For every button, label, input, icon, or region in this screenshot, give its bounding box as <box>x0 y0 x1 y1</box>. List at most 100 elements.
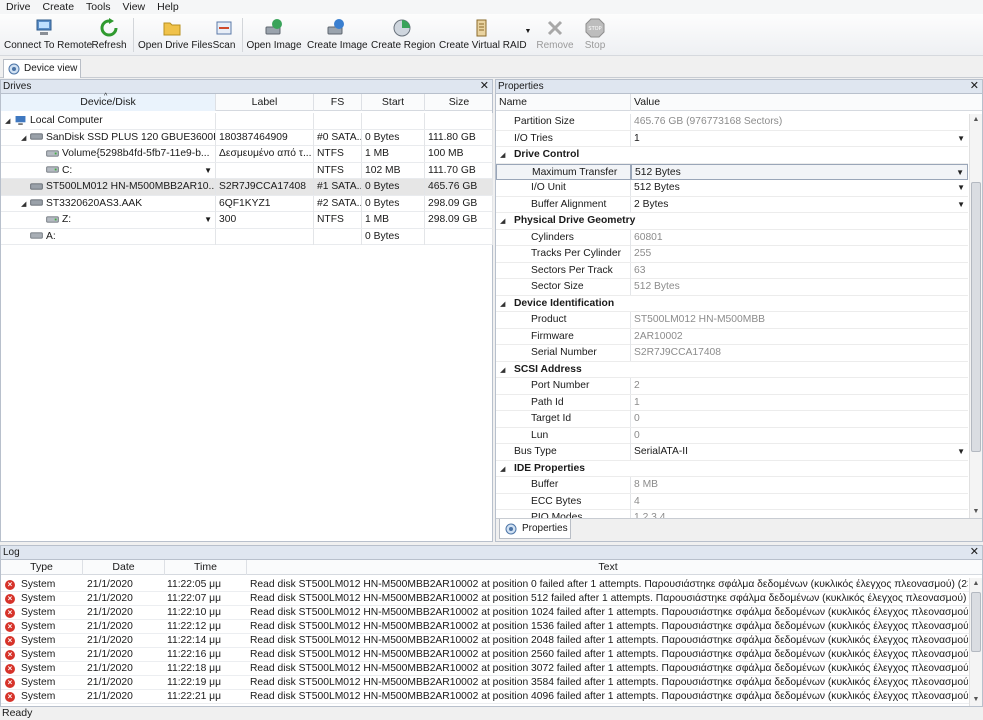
expand-toggle-icon[interactable]: ◢ <box>21 197 30 212</box>
scroll-down-icon[interactable]: ▼ <box>970 694 982 706</box>
chevron-down-icon[interactable]: ▼ <box>204 212 212 228</box>
tab-device-view[interactable]: Device view <box>3 59 81 78</box>
menu-view[interactable]: View <box>117 0 152 14</box>
properties-scrollbar[interactable]: ▲ ▼ <box>969 114 982 518</box>
menu-drive[interactable]: Drive <box>0 0 37 14</box>
property-value[interactable]: 2 Bytes ▼ <box>631 197 968 213</box>
create-virtual-raid-button[interactable]: Create Virtual RAID <box>439 18 527 56</box>
column-header-label[interactable]: Label <box>216 94 314 111</box>
property-value[interactable]: SerialATA-II ▼ <box>631 444 968 460</box>
column-header-type[interactable]: Type <box>1 560 83 575</box>
property-row[interactable]: Maximum Transfer 512 Bytes ▼ <box>496 163 968 180</box>
remove-button[interactable]: Remove <box>536 18 574 56</box>
drive-row[interactable]: Volume{5298b4fd-5fb7-11e9-b... Δεσμευμένο… <box>1 146 493 163</box>
drive-row[interactable]: ◢ ST3320620AS3.AAK 6QF1KYZ1 #2 SATA... 0 Byt… <box>1 195 493 212</box>
menu-create[interactable]: Create <box>37 0 81 14</box>
scan-button[interactable]: Scan <box>211 18 237 56</box>
property-row[interactable]: Partition Size 465.76 GB (976773168 Secto… <box>496 114 968 131</box>
property-row[interactable]: Serial Number S2R7J9CCA17408 <box>496 345 968 362</box>
scroll-thumb[interactable] <box>971 592 981 652</box>
collapse-toggle-icon[interactable]: ◢ <box>500 148 514 163</box>
log-row[interactable]: × System 21/1/2020 11:22:05 μμ Read disk ST5… <box>1 578 969 592</box>
column-header-device[interactable]: Device/Disk ^ <box>1 93 216 111</box>
drive-row[interactable]: A: 0 Bytes <box>1 228 493 245</box>
property-row[interactable]: Sectors Per Track 63 <box>496 262 968 279</box>
column-header-start[interactable]: Start <box>362 94 425 111</box>
property-row[interactable]: Product ST500LM012 HN-M500MBB <box>496 312 968 329</box>
property-row[interactable]: PIO Modes 1,2,3,4 <box>496 510 968 518</box>
log-row[interactable]: × System 21/1/2020 11:22:16 μμ Read disk ST5… <box>1 648 969 662</box>
close-icon[interactable]: ✕ <box>970 546 979 559</box>
property-row[interactable]: Buffer Alignment 2 Bytes ▼ <box>496 196 968 213</box>
column-header-text[interactable]: Text <box>247 560 969 575</box>
drive-row[interactable]: ◢ Local Computer <box>1 113 493 130</box>
column-header-fs[interactable]: FS <box>314 94 362 111</box>
collapse-toggle-icon[interactable]: ◢ <box>500 214 514 229</box>
property-row[interactable]: I/O Tries 1 ▼ <box>496 130 968 147</box>
scroll-up-icon[interactable]: ▲ <box>970 578 982 590</box>
chevron-down-icon[interactable]: ▼ <box>957 197 965 213</box>
column-header-name[interactable]: Name <box>496 94 631 111</box>
close-icon[interactable]: ✕ <box>970 80 979 93</box>
property-row[interactable]: Target Id 0 <box>496 411 968 428</box>
column-header-size[interactable]: Size <box>425 94 493 111</box>
chevron-down-icon[interactable]: ▼ <box>956 165 964 179</box>
scroll-thumb[interactable] <box>971 182 981 452</box>
drive-row[interactable]: Z: ▼ 300 NTFS 1 MB 298.09 GB <box>1 212 493 229</box>
property-row[interactable]: ECC Bytes 4 <box>496 493 968 510</box>
connect-to-remote-button[interactable]: Connect To Remote <box>4 18 92 56</box>
chevron-down-icon[interactable]: ▼ <box>957 444 965 460</box>
property-category[interactable]: ◢ IDE Properties <box>496 460 968 477</box>
menu-tools[interactable]: Tools <box>80 0 117 14</box>
property-row[interactable]: Lun 0 <box>496 427 968 444</box>
collapse-toggle-icon[interactable]: ◢ <box>500 363 514 378</box>
create-image-button[interactable]: Create Image <box>307 18 368 56</box>
log-row[interactable]: × System 21/1/2020 11:22:12 μμ Read disk ST5… <box>1 620 969 634</box>
log-row[interactable]: × System 21/1/2020 11:22:21 μμ Read disk ST5… <box>1 690 969 704</box>
log-row[interactable]: × System 21/1/2020 11:22:18 μμ Read disk ST5… <box>1 662 969 676</box>
stop-button[interactable]: STOP Stop <box>580 18 610 56</box>
property-category[interactable]: ◢ Drive Control <box>496 147 968 164</box>
property-row[interactable]: Firmware 2AR10002 <box>496 328 968 345</box>
column-header-date[interactable]: Date <box>83 560 165 575</box>
property-row[interactable]: Bus Type SerialATA-II ▼ <box>496 444 968 461</box>
property-value[interactable]: 512 Bytes ▼ <box>631 180 968 196</box>
expand-toggle-icon[interactable]: ◢ <box>21 131 30 146</box>
chevron-down-icon[interactable]: ▼ <box>957 131 965 147</box>
property-row[interactable]: I/O Unit 512 Bytes ▼ <box>496 180 968 197</box>
property-row[interactable]: Sector Size 512 Bytes <box>496 279 968 296</box>
property-value[interactable]: 512 Bytes ▼ <box>631 163 968 180</box>
drive-row[interactable]: ◢ SanDisk SSD PLUS 120 GBUE3600RL 18038746… <box>1 129 493 146</box>
refresh-button[interactable]: Refresh <box>90 18 128 56</box>
chevron-down-icon[interactable]: ▼ <box>957 180 965 196</box>
property-row[interactable]: Tracks Per Cylinder 255 <box>496 246 968 263</box>
collapse-toggle-icon[interactable]: ◢ <box>500 462 514 477</box>
log-row[interactable]: × System 21/1/2020 11:22:07 μμ Read disk ST5… <box>1 592 969 606</box>
tab-properties[interactable]: Properties <box>499 519 571 539</box>
property-row[interactable]: Path Id 1 <box>496 394 968 411</box>
scroll-down-icon[interactable]: ▼ <box>970 506 982 518</box>
drive-row[interactable]: ST500LM012 HN-M500MBB2AR10... S2R7J9CCA17… <box>1 179 493 196</box>
log-row[interactable]: × System 21/1/2020 11:22:19 μμ Read disk ST5… <box>1 676 969 690</box>
collapse-toggle-icon[interactable]: ◢ <box>500 297 514 312</box>
log-scrollbar[interactable]: ▲ ▼ <box>969 578 982 706</box>
column-header-time[interactable]: Time <box>165 560 247 575</box>
open-image-button[interactable]: Open Image <box>246 18 302 56</box>
drive-row[interactable]: C: ▼ NTFS 102 MB 111.70 GB <box>1 162 493 179</box>
open-drive-files-button[interactable]: Open Drive Files <box>138 18 212 56</box>
close-icon[interactable]: ✕ <box>480 80 489 93</box>
chevron-down-icon[interactable]: ▼ <box>204 163 212 179</box>
property-category[interactable]: ◢ SCSI Address <box>496 361 968 378</box>
menu-help[interactable]: Help <box>151 0 185 14</box>
expand-toggle-icon[interactable]: ◢ <box>5 114 14 129</box>
property-row[interactable]: Cylinders 60801 <box>496 229 968 246</box>
scroll-up-icon[interactable]: ▲ <box>970 114 982 126</box>
property-row[interactable]: Buffer 8 MB <box>496 477 968 494</box>
property-category[interactable]: ◢ Device Identification <box>496 295 968 312</box>
property-row[interactable]: Port Number 2 <box>496 378 968 395</box>
column-header-value[interactable]: Value <box>631 94 969 111</box>
log-row[interactable]: × System 21/1/2020 11:22:10 μμ Read disk ST5… <box>1 606 969 620</box>
log-row[interactable]: × System 21/1/2020 11:22:14 μμ Read disk ST5… <box>1 634 969 648</box>
property-category[interactable]: ◢ Physical Drive Geometry <box>496 213 968 230</box>
create-region-button[interactable]: Create Region <box>371 18 435 56</box>
